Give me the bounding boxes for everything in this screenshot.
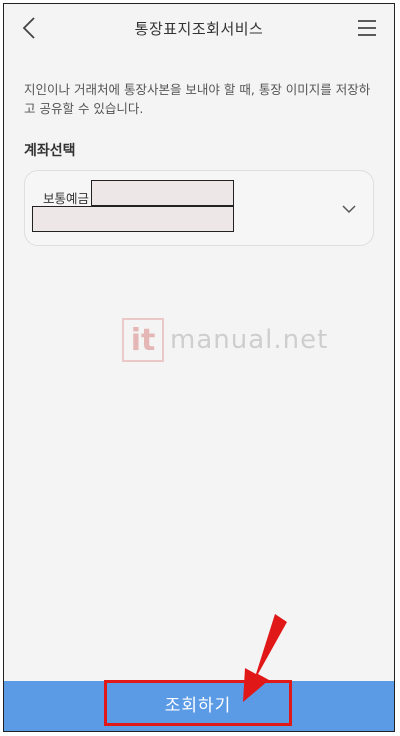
back-button[interactable] [14, 12, 44, 44]
hamburger-menu-icon [358, 20, 376, 36]
account-dropdown[interactable]: 보통예금 [24, 170, 374, 246]
chevron-down-icon [342, 205, 356, 214]
masked-account-name [32, 206, 234, 232]
account-type-text: 보통예금 [43, 191, 90, 206]
header-bar: 통장표지조회서비스 [4, 4, 394, 52]
page-title: 통장표지조회서비스 [134, 19, 264, 38]
account-select-label: 계좌선택 [24, 143, 76, 159]
inquiry-button-label: 조회하기 [164, 695, 232, 716]
watermark-logo: it [122, 318, 164, 362]
red-arrow-annotation [243, 614, 287, 702]
menu-button[interactable] [354, 14, 380, 42]
app-screen: 통장표지조회서비스 지인이나 거래처에 통장사본을 보내야 할 때, 통장 이미… [3, 3, 395, 732]
watermark: it manual.net [122, 318, 328, 362]
watermark-text: manual.net [170, 325, 329, 355]
chevron-left-icon [22, 17, 35, 39]
masked-account-number [91, 180, 234, 206]
service-description: 지인이나 거래처에 통장사본을 보내야 할 때, 통장 이미지를 저장하고 공유… [24, 82, 371, 116]
